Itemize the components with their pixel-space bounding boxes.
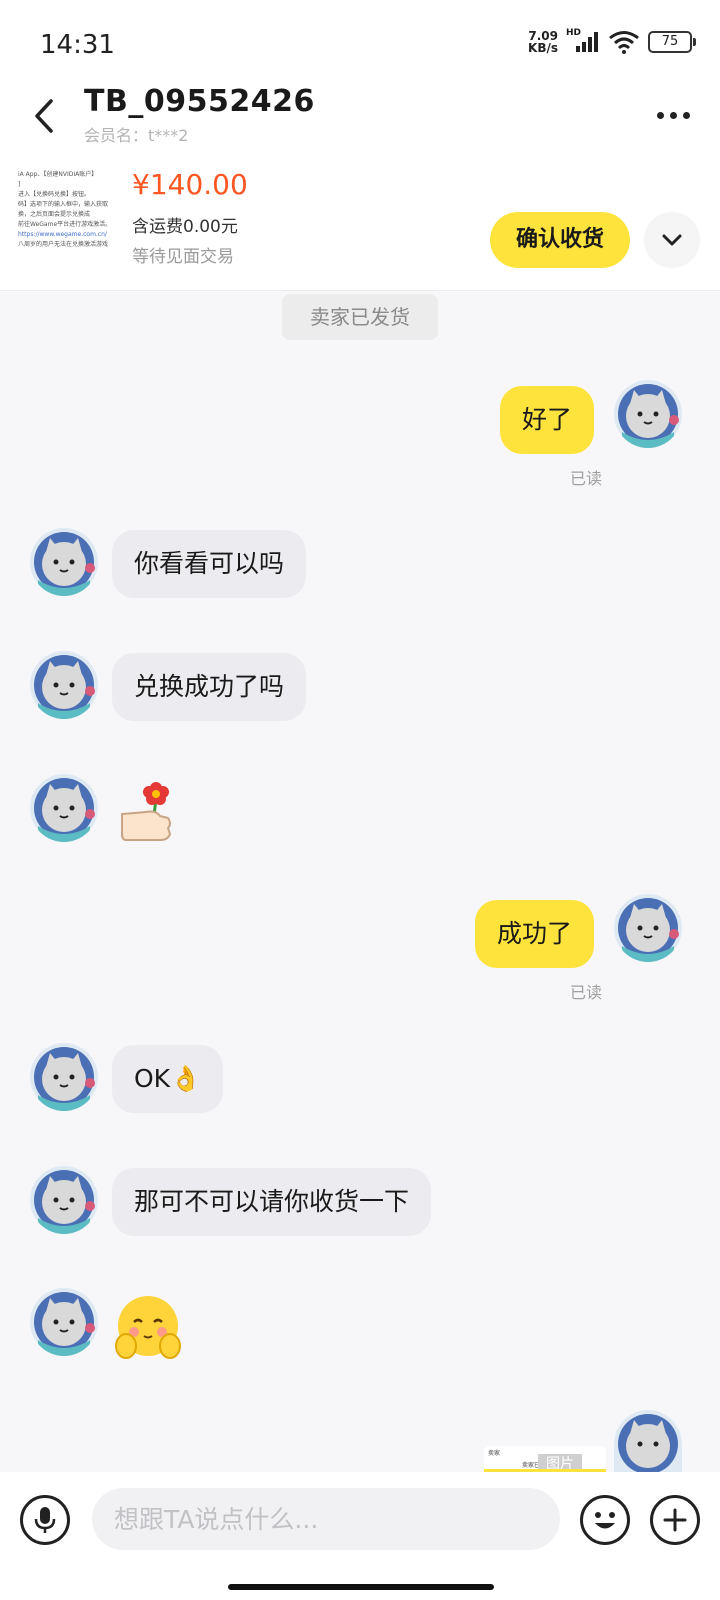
order-card[interactable]: iA App、【创建NVIDIA账户】 ] 进入【兑换码兑换】按钮。 码】选项下…: [0, 154, 720, 291]
avatar-other[interactable]: [30, 651, 98, 719]
read-receipt: 已读: [570, 983, 603, 1002]
avatar-me[interactable]: [614, 1410, 682, 1472]
home-indicator[interactable]: [228, 1584, 494, 1590]
chat-header: TB_09552426 会员名：t***2: [0, 84, 720, 154]
plus-icon: [663, 1508, 687, 1532]
avatar-other[interactable]: [30, 774, 98, 842]
confirm-receipt-button[interactable]: 确认收货: [490, 212, 630, 268]
flower-hand-icon[interactable]: [116, 776, 176, 850]
avatar-me[interactable]: [614, 894, 682, 962]
more-options-button[interactable]: [650, 1495, 700, 1545]
message-bubble-me[interactable]: 成功了: [474, 900, 594, 968]
system-message: 卖家已发货: [282, 294, 438, 340]
status-time: 14:31: [40, 30, 115, 60]
member-name: 会员名：t***2: [84, 126, 189, 145]
avatar-me[interactable]: [614, 380, 682, 448]
emoji-button[interactable]: [580, 1495, 630, 1545]
wifi-icon: [609, 31, 639, 54]
order-price: ¥140.00: [132, 168, 248, 201]
product-thumbnail[interactable]: iA App、【创建NVIDIA账户】 ] 进入【兑换码兑换】按钮。 码】选项下…: [18, 170, 118, 266]
avatar-other[interactable]: [30, 528, 98, 596]
avatar-other[interactable]: [30, 1288, 98, 1356]
more-dots-icon: [656, 111, 664, 119]
page-title: TB_09552426: [84, 84, 315, 119]
avatar-other[interactable]: [30, 1043, 98, 1111]
status-bar: 14:31 7.09 KB/s HD 75: [0, 0, 720, 84]
microphone-icon: [34, 1507, 56, 1533]
message-bubble-me[interactable]: 好了: [499, 386, 594, 454]
back-arrow-icon: [35, 99, 53, 133]
chevron-down-icon: [662, 234, 682, 246]
message-bubble-other[interactable]: OK👌: [112, 1045, 224, 1113]
emoji-icon: [595, 1512, 615, 1529]
read-receipt: 已读: [570, 469, 603, 488]
input-bar: [0, 1472, 720, 1600]
order-status: 等待见面交易: [132, 247, 234, 267]
message-bubble-other[interactable]: 那可不可以请你收货一下: [112, 1168, 432, 1236]
avatar-other[interactable]: [30, 1166, 98, 1234]
shipping-fee: 含运费0.00元: [132, 217, 238, 237]
message-bubble-other[interactable]: 兑换成功了吗: [112, 653, 307, 721]
battery-icon: 75: [648, 31, 696, 53]
message-input[interactable]: [92, 1488, 560, 1550]
signal-icon: HD: [566, 28, 600, 54]
more-button[interactable]: [648, 98, 698, 132]
status-icons: 7.09 KB/s HD 75: [528, 28, 696, 55]
voice-button[interactable]: [20, 1495, 70, 1545]
expand-button[interactable]: [644, 212, 700, 268]
shy-face-icon[interactable]: [112, 1292, 184, 1366]
net-speed: 7.09 KB/s: [528, 29, 558, 55]
message-image-me[interactable]: 卖家 卖家已发货 图片: [484, 1446, 606, 1474]
message-bubble-other[interactable]: 你看看可以吗: [112, 530, 307, 598]
back-button[interactable]: [22, 92, 66, 140]
